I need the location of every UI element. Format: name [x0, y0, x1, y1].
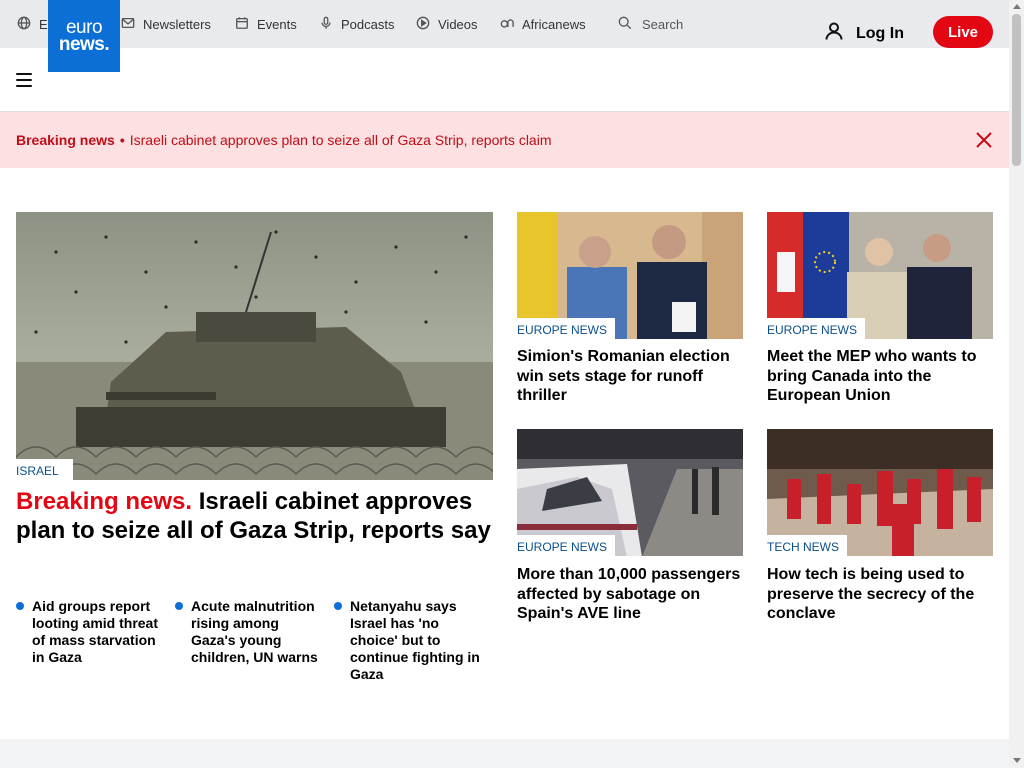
globe-icon	[17, 16, 31, 33]
search-button[interactable]: Search	[618, 16, 683, 33]
newsletters-link[interactable]: Newsletters	[121, 16, 211, 33]
card-headline[interactable]: How tech is being used to preserve the s…	[767, 565, 993, 624]
featured-headline[interactable]: Breaking news. Israeli cabinet approves …	[16, 487, 496, 545]
breaking-highlight: Breaking news.	[16, 488, 193, 515]
related-article-link[interactable]: Netanyahu says Israel has 'no choice' bu…	[334, 598, 480, 683]
user-icon	[824, 21, 844, 46]
scrollbar-thumb[interactable]	[1012, 14, 1021, 166]
euronews-logo[interactable]: euro news.	[48, 0, 120, 72]
card-headline[interactable]: Meet the MEP who wants to bring Canada i…	[767, 347, 993, 406]
card-category-tag[interactable]: EUROPE NEWS	[517, 318, 616, 340]
scroll-down-icon[interactable]	[1013, 758, 1021, 763]
featured-article-image[interactable]	[16, 212, 493, 480]
videos-link[interactable]: Videos	[416, 16, 478, 33]
logo-line-2: news.	[58, 34, 110, 55]
breaking-label: Breaking news	[16, 132, 115, 148]
play-icon	[416, 16, 430, 33]
microphone-icon	[319, 16, 333, 33]
africanews-icon	[500, 16, 514, 33]
main-header	[0, 48, 1009, 112]
africanews-link[interactable]: Africanews	[500, 16, 586, 33]
menu-icon[interactable]	[16, 73, 32, 87]
card-headline[interactable]: Simion's Romanian election win sets stag…	[517, 347, 743, 406]
card-category-tag[interactable]: TECH NEWS	[767, 535, 847, 557]
breaking-text: Israeli cabinet approves plan to seize a…	[129, 132, 552, 148]
breaking-news-banner[interactable]: Breaking news • Israeli cabinet approves…	[0, 112, 1009, 168]
search-icon	[618, 16, 632, 33]
events-link[interactable]: Events	[235, 16, 297, 33]
card-headline[interactable]: More than 10,000 passengers affected by …	[517, 565, 743, 624]
login-button[interactable]: Log In	[824, 21, 904, 46]
podcasts-label: Podcasts	[341, 17, 395, 32]
live-button[interactable]: Live	[933, 16, 993, 48]
breaking-separator: •	[119, 132, 125, 148]
search-label: Search	[642, 17, 684, 32]
mail-icon	[121, 16, 135, 33]
card-category-tag[interactable]: EUROPE NEWS	[517, 535, 616, 557]
login-label: Log In	[856, 24, 904, 42]
events-label: Events	[257, 17, 297, 32]
podcasts-link[interactable]: Podcasts	[319, 16, 394, 33]
close-icon[interactable]	[975, 131, 993, 149]
featured-category-tag[interactable]: ISRAEL	[16, 459, 73, 481]
newsletters-label: Newsletters	[143, 17, 211, 32]
card-category-tag[interactable]: EUROPE NEWS	[767, 318, 866, 340]
page-scrollbar[interactable]	[1009, 0, 1024, 768]
related-article-link[interactable]: Aid groups report looting amid threat of…	[16, 598, 162, 666]
calendar-icon	[235, 16, 249, 33]
videos-label: Videos	[438, 17, 478, 32]
tank-photo	[16, 212, 493, 480]
scroll-up-icon[interactable]	[1013, 4, 1021, 9]
section-divider	[0, 739, 1009, 768]
africanews-label: Africanews	[522, 17, 586, 32]
related-article-link[interactable]: Acute malnutrition rising among Gaza's y…	[175, 598, 321, 666]
